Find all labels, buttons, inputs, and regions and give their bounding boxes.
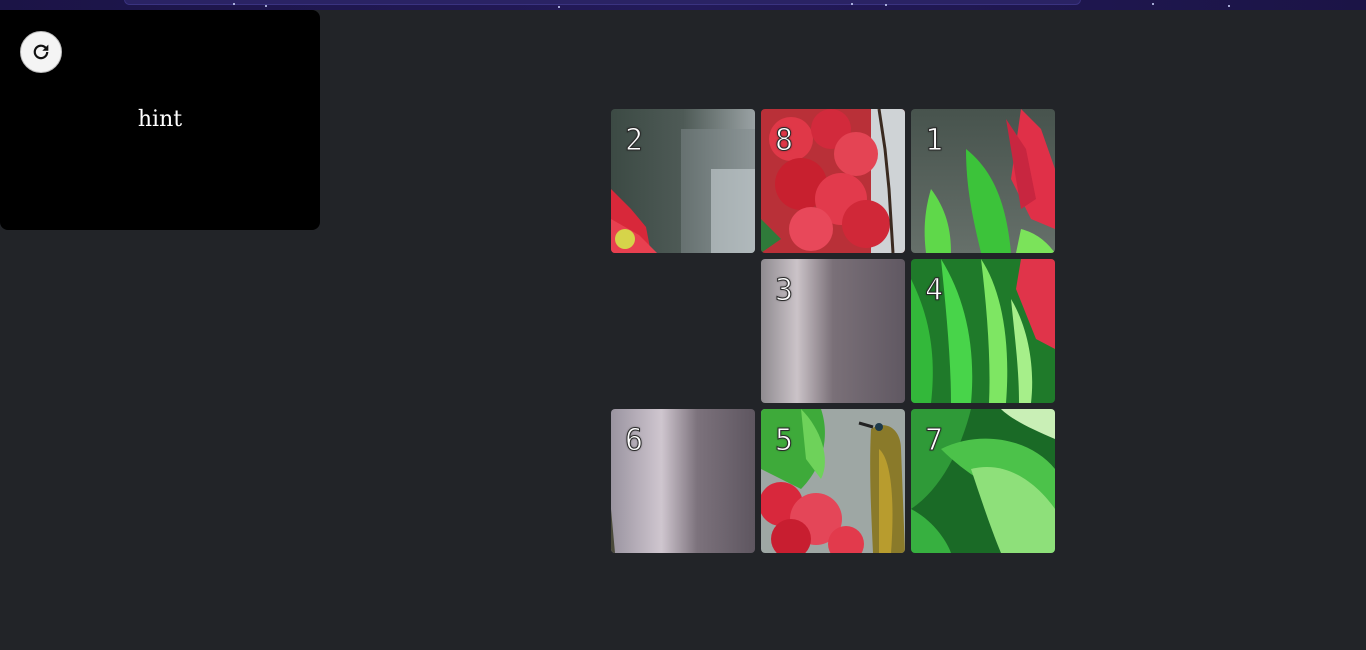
star-dot bbox=[1152, 3, 1154, 5]
tile-number: 1 bbox=[924, 123, 945, 159]
tile-number: 7 bbox=[924, 423, 945, 459]
star-dot bbox=[1228, 5, 1230, 7]
tile-number: 5 bbox=[774, 423, 795, 459]
star-dot bbox=[851, 3, 853, 5]
top-bar-pill bbox=[124, 0, 1081, 5]
hint-panel: hint bbox=[0, 10, 320, 230]
tile-number: 2 bbox=[624, 123, 645, 159]
puzzle-tile[interactable]: 5 bbox=[761, 409, 905, 553]
browser-top-strip bbox=[0, 0, 1366, 10]
star-dot bbox=[233, 3, 235, 5]
puzzle-tile[interactable]: 8 bbox=[761, 109, 905, 253]
puzzle-tile[interactable]: 1 bbox=[911, 109, 1055, 253]
puzzle-tile[interactable]: 6 bbox=[611, 409, 755, 553]
puzzle-tile[interactable]: 2 bbox=[611, 109, 755, 253]
puzzle-board: 2 8 1 3 4 6 5 7 bbox=[611, 109, 1055, 553]
star-dot bbox=[885, 4, 887, 6]
star-dot bbox=[265, 5, 267, 7]
tile-number: 8 bbox=[774, 123, 795, 159]
tile-number: 6 bbox=[624, 423, 645, 459]
hint-label[interactable]: hint bbox=[0, 107, 320, 132]
puzzle-tile[interactable]: 4 bbox=[911, 259, 1055, 403]
empty-slot[interactable] bbox=[611, 259, 755, 403]
tile-number: 3 bbox=[774, 273, 795, 309]
tile-number: 4 bbox=[924, 273, 945, 309]
puzzle-tile[interactable]: 7 bbox=[911, 409, 1055, 553]
refresh-icon bbox=[33, 44, 49, 60]
refresh-button[interactable] bbox=[20, 31, 62, 73]
star-dot bbox=[558, 6, 560, 8]
puzzle-tile[interactable]: 3 bbox=[761, 259, 905, 403]
